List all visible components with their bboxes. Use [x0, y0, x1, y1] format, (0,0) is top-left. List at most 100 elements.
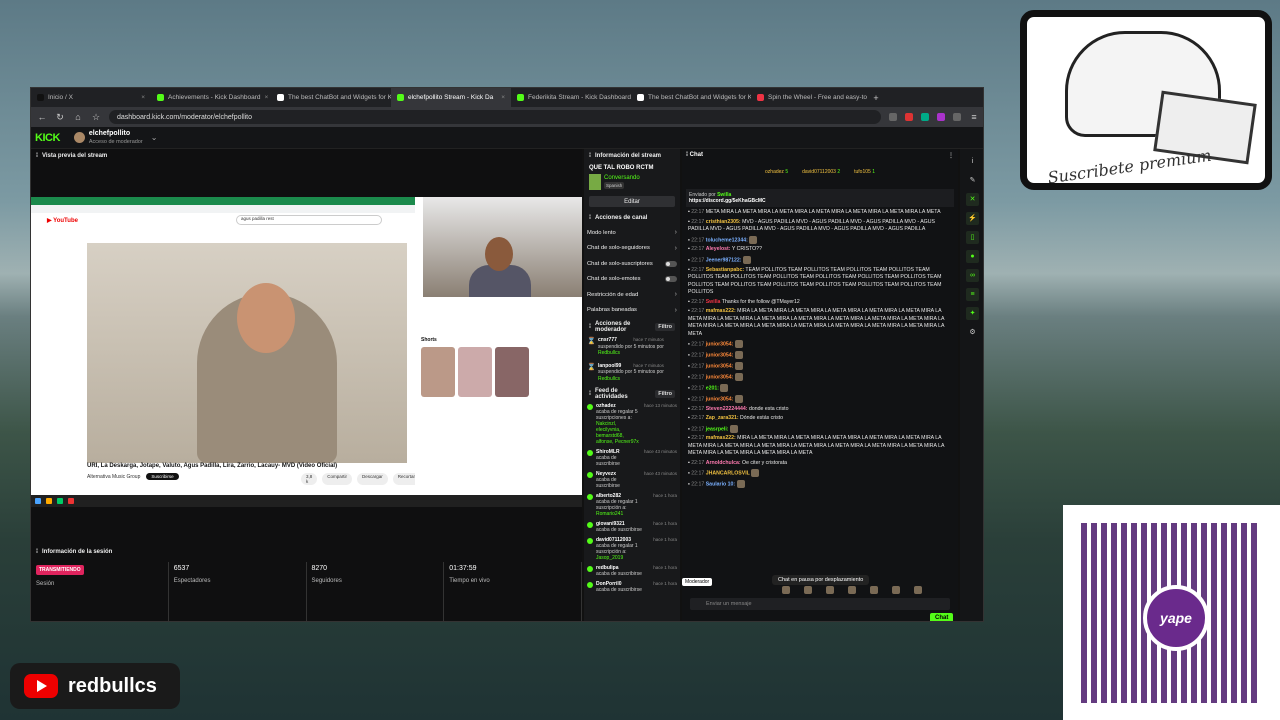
channel-action-row[interactable]: Chat de solo-suscriptores — [584, 256, 680, 272]
grip-icon[interactable]: ⁞ — [36, 153, 38, 159]
grip-icon[interactable]: ⁞ — [686, 152, 688, 158]
menu-icon[interactable]: ≡ — [969, 112, 979, 122]
channel-action-label: Chat de solo-seguidores — [587, 245, 650, 252]
browser-tab[interactable]: Federikita Stream - Kick Dashboard× — [511, 88, 631, 107]
channel-action-row[interactable]: Chat de solo-seguidores › — [584, 241, 680, 257]
extension-icon[interactable] — [953, 113, 961, 121]
channel-action-row[interactable]: Palabras baneadas › — [584, 303, 680, 319]
emote-icon[interactable] — [914, 586, 922, 594]
stream-preview[interactable]: ▶ YouTube agus padilla rest URI, La Desk… — [31, 197, 582, 507]
filter-button[interactable]: Filtro — [655, 390, 675, 398]
channel-action-row[interactable]: Chat de solo-emotes — [584, 272, 680, 288]
activity-desc: acaba de suscribirse — [596, 587, 642, 593]
kick-logo[interactable]: KICK — [35, 132, 60, 144]
reload-icon[interactable]: ↻ — [55, 112, 65, 123]
pinned-message[interactable]: Enviado por Swilla https://discord.gg/5e… — [686, 189, 954, 207]
subscribe-button: Suscribirse — [146, 473, 179, 480]
channel-action-row[interactable]: Modo lento › — [584, 225, 680, 241]
message-user[interactable]: e201: — [706, 385, 719, 391]
extension-icon[interactable] — [905, 113, 913, 121]
toggle-switch[interactable] — [665, 276, 677, 283]
chat-paused-banner[interactable]: Chat en pausa por desplazamiento — [772, 575, 870, 585]
live-badge: TRANSMITIENDO — [36, 565, 84, 575]
channel-action-row[interactable]: Restricción de edad › — [584, 287, 680, 303]
new-tab-icon[interactable]: + — [871, 93, 881, 103]
browser-tab[interactable]: Spin the Wheel - Free and easy-to× — [751, 88, 871, 107]
message-user[interactable]: Steven22224444: — [706, 406, 748, 412]
bookmark-icon[interactable]: ☆ — [91, 112, 101, 123]
toggle-switch[interactable] — [665, 260, 677, 267]
bolt-icon[interactable]: ⚡ — [966, 212, 979, 225]
message-user[interactable]: Jeener987122: — [706, 257, 742, 263]
message-user[interactable]: JHANCARLOSVIL — [706, 471, 750, 477]
message-user[interactable]: Swilla — [706, 299, 721, 305]
link-icon[interactable]: ∞ — [966, 269, 979, 282]
emote-icon[interactable] — [892, 586, 900, 594]
message-user[interactable]: Saulario 10: — [706, 482, 735, 488]
message-text: Y CRISTO?? — [731, 246, 762, 253]
browser-tab[interactable]: Inicio / X × — [31, 88, 151, 107]
filter-button[interactable]: Filtro — [655, 323, 675, 331]
grip-icon[interactable]: ⁞ — [589, 153, 591, 159]
url-input[interactable]: dashboard.kick.com/moderator/elchefpolli… — [109, 110, 881, 124]
browser-tab[interactable]: Achievements - Kick Dashboard × — [151, 88, 271, 107]
list-icon[interactable]: ≡ — [966, 288, 979, 301]
pencil-icon[interactable]: ✎ — [966, 174, 979, 187]
channel-switcher[interactable]: elchefpollito Acceso de moderador — [89, 130, 143, 146]
browser-tab[interactable]: The best ChatBot and Widgets for K× — [631, 88, 751, 107]
message-user[interactable]: jeasrpeli: — [706, 426, 729, 432]
settings-icon[interactable]: ⚙ — [966, 326, 979, 339]
emote-icon[interactable] — [826, 586, 834, 594]
message-user[interactable]: junior3054: — [706, 353, 734, 359]
message-time: 22:17 — [691, 459, 705, 466]
browser-tab[interactable]: The best ChatBot and Widgets for K× — [271, 88, 391, 107]
emote-icon[interactable] — [848, 586, 856, 594]
chat-icon[interactable]: ● — [966, 250, 979, 263]
message-user[interactable]: mafmas222: — [706, 308, 736, 314]
message-user[interactable]: Arnoldchulca: — [706, 460, 741, 466]
trash-icon[interactable]: ▯ — [966, 231, 979, 244]
shorts-label: Shorts — [421, 337, 437, 343]
tab-favicon-icon — [277, 94, 284, 101]
close-icon[interactable]: × — [265, 94, 269, 101]
wrench-icon[interactable]: ✦ — [966, 307, 979, 320]
message-user[interactable]: mafmas222: — [706, 435, 736, 441]
extension-icon[interactable] — [921, 113, 929, 121]
yape-qr-code: yape — [1063, 505, 1280, 720]
message-user[interactable]: cristhian2305: — [706, 219, 741, 225]
message-user[interactable]: junior3054: — [706, 363, 734, 369]
message-user[interactable]: tolucheme12344: — [706, 237, 748, 243]
home-icon[interactable]: ⌂ — [73, 112, 83, 122]
message-user[interactable]: junior3054: — [706, 342, 734, 348]
browser-tab[interactable]: elchefpollito Stream - Kick Da × — [391, 88, 511, 107]
back-icon[interactable]: ← — [37, 112, 47, 122]
message-user[interactable]: Zap_zara321: — [706, 415, 739, 421]
message-user[interactable]: Sebastianpabc: — [706, 267, 744, 273]
emote-icon[interactable] — [782, 586, 790, 594]
grip-icon[interactable]: ⁞ — [589, 215, 591, 221]
message-user[interactable]: junior3054: — [706, 396, 734, 402]
more-icon[interactable]: ⋮ — [948, 152, 954, 159]
close-icon[interactable]: × — [501, 94, 505, 101]
emote-icon[interactable] — [870, 586, 878, 594]
chevron-down-icon[interactable]: ⌄ — [151, 133, 158, 142]
chat-input[interactable]: Enviar un mensaje — [690, 598, 950, 610]
pinned-link[interactable]: https://discord.gg/5eKhaGBcMC — [689, 198, 766, 204]
info-icon[interactable]: i — [966, 155, 979, 168]
close-icon[interactable]: ✕ — [966, 193, 979, 206]
shared-addressbar — [31, 205, 415, 213]
grip-icon[interactable]: ⁞ — [589, 391, 591, 397]
close-icon[interactable]: × — [141, 94, 145, 101]
extension-icon[interactable] — [937, 113, 945, 121]
edit-stream-button[interactable]: Editar — [589, 196, 675, 207]
message-user[interactable]: junior3054: — [706, 374, 734, 380]
chevron-right-icon: › — [674, 229, 677, 237]
tab-strip: Inicio / X × Achievements - Kick Dashboard… — [31, 88, 983, 107]
emote-icon[interactable] — [804, 586, 812, 594]
grip-icon[interactable]: ⁞ — [36, 549, 38, 555]
gift-leaderboard: ozhadez 5 david07112003 2 tufo105 1 — [682, 161, 958, 183]
send-chat-button[interactable]: Chat — [930, 613, 954, 621]
extension-icon[interactable] — [889, 113, 897, 121]
message-user[interactable]: Aleyelost: — [706, 246, 731, 252]
grip-icon[interactable]: ⁞ — [589, 324, 591, 330]
